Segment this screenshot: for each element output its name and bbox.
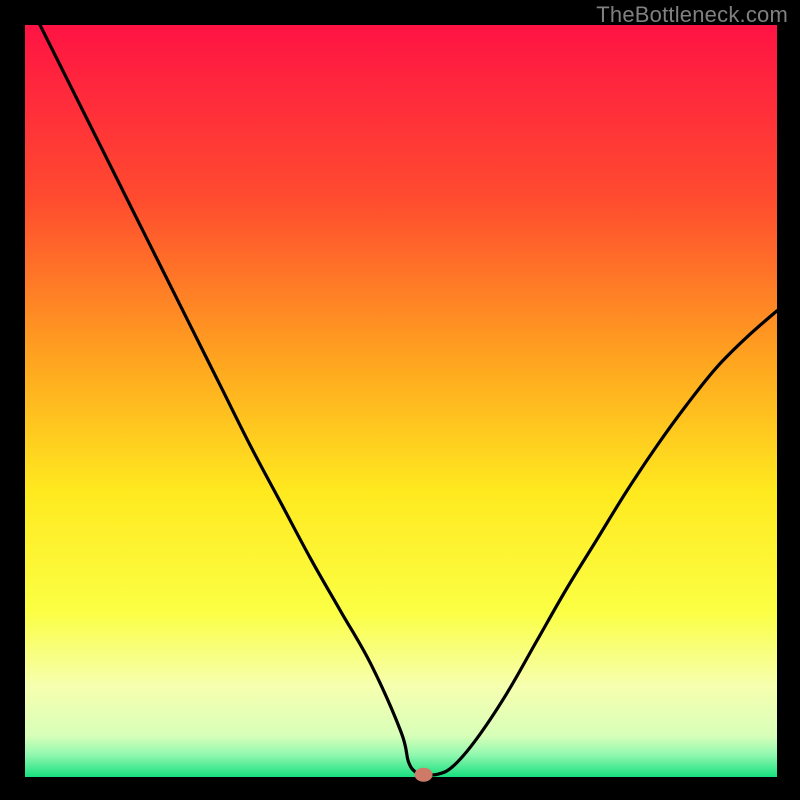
- chart-container: TheBottleneck.com: [0, 0, 800, 800]
- watermark-text: TheBottleneck.com: [596, 2, 788, 28]
- plot-background: [25, 25, 777, 777]
- bottleneck-chart: [0, 0, 800, 800]
- minimum-marker: [415, 768, 433, 782]
